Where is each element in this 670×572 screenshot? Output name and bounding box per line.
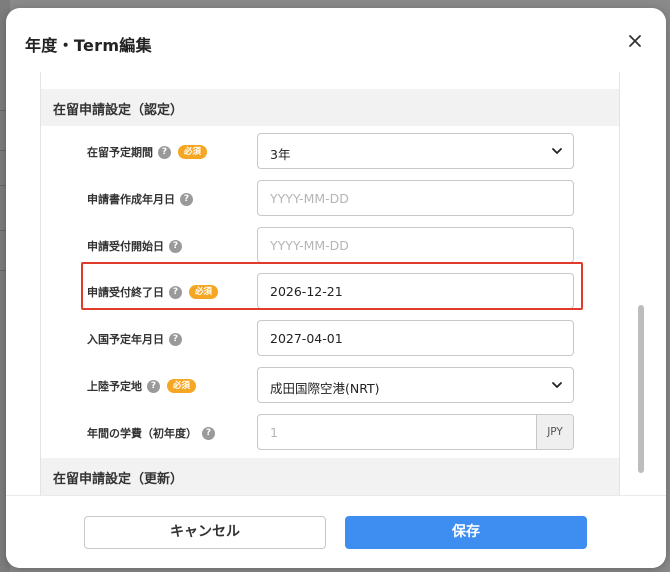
row-acceptance-start: 申請受付開始日 ? YYYY-MM-DD	[41, 227, 619, 263]
landing-place-label-group: 上陸予定地 ? 必須	[87, 378, 197, 394]
section-header-koshin: 在留申請設定（更新）	[41, 458, 619, 495]
close-button[interactable]	[626, 32, 644, 50]
modal-title: 年度・Term編集	[25, 36, 152, 55]
input-placeholder: YYYY-MM-DD	[270, 238, 349, 253]
modal-header: 年度・Term編集	[6, 8, 666, 72]
annual-tuition-input[interactable]: 1 JPY	[257, 414, 574, 450]
input-placeholder: 1	[270, 425, 278, 440]
landing-place-select[interactable]: 成田国際空港(NRT)	[257, 367, 574, 403]
required-badge: 必須	[167, 379, 197, 393]
help-icon[interactable]: ?	[169, 239, 182, 253]
input-placeholder: YYYY-MM-DD	[270, 191, 349, 206]
acceptance-start-label-group: 申請受付開始日 ?	[87, 238, 182, 254]
help-icon[interactable]: ?	[202, 426, 215, 440]
field-label: 在留予定期間	[87, 146, 153, 159]
scrollbar-thumb[interactable]	[638, 305, 644, 473]
section-title: 在留申請設定（更新）	[53, 472, 184, 487]
acceptance-start-input[interactable]: YYYY-MM-DD	[257, 227, 574, 263]
input-value: 2026-12-21	[270, 284, 343, 299]
help-icon[interactable]: ?	[180, 192, 193, 206]
field-label: 入国予定年月日	[87, 333, 164, 346]
stay-period-select[interactable]: 3年	[257, 133, 574, 169]
select-value: 成田国際空港(NRT)	[270, 381, 380, 396]
row-acceptance-end: 申請受付終了日 ? 必須 2026-12-21	[41, 273, 619, 309]
field-label: 申請受付開始日	[87, 240, 164, 253]
close-icon	[629, 35, 641, 47]
row-entry-date: 入国予定年月日 ? 2027-04-01	[41, 320, 619, 356]
chevron-down-icon	[552, 148, 562, 154]
modal-footer: キャンセル 保存	[6, 495, 666, 568]
field-label: 上陸予定地	[87, 380, 142, 393]
required-badge: 必須	[189, 285, 219, 299]
help-icon[interactable]: ?	[169, 332, 182, 346]
acceptance-end-input[interactable]: 2026-12-21	[257, 273, 574, 309]
stay-period-label-group: 在留予定期間 ? 必須	[87, 144, 208, 160]
help-icon[interactable]: ?	[147, 379, 160, 393]
input-value: 2027-04-01	[270, 331, 343, 346]
required-badge: 必須	[178, 145, 208, 159]
row-application-created: 申請書作成年月日 ? YYYY-MM-DD	[41, 180, 619, 216]
entry-date-label-group: 入国予定年月日 ?	[87, 331, 182, 347]
row-stay-period: 在留予定期間 ? 必須 3年	[41, 133, 619, 169]
currency-addon: JPY	[536, 415, 573, 449]
field-label: 申請受付終了日	[87, 286, 164, 299]
help-icon[interactable]: ?	[169, 285, 182, 299]
help-icon[interactable]: ?	[158, 145, 171, 159]
annual-tuition-label-group: 年間の学費（初年度） ?	[87, 425, 215, 441]
application-created-label-group: 申請書作成年月日 ?	[87, 191, 193, 207]
save-button[interactable]: 保存	[345, 516, 587, 549]
section-header-nintei: 在留申請設定（認定）	[41, 89, 619, 126]
row-landing-place: 上陸予定地 ? 必須 成田国際空港(NRT)	[41, 367, 619, 403]
edit-term-modal: 年度・Term編集 在留申請設定（認定） 在留予定期間 ? 必須 3年 申請書作…	[6, 8, 666, 568]
select-value: 3年	[270, 147, 291, 162]
cancel-button[interactable]: キャンセル	[84, 516, 326, 549]
row-annual-tuition: 年間の学費（初年度） ? 1 JPY	[41, 414, 619, 450]
entry-date-input[interactable]: 2027-04-01	[257, 320, 574, 356]
modal-scroll-area[interactable]: 在留申請設定（認定） 在留予定期間 ? 必須 3年 申請書作成年月日 ? YYY…	[40, 72, 620, 500]
field-label: 申請書作成年月日	[87, 193, 175, 206]
acceptance-end-label-group: 申請受付終了日 ? 必須	[87, 284, 219, 300]
application-created-input[interactable]: YYYY-MM-DD	[257, 180, 574, 216]
section-title: 在留申請設定（認定）	[53, 103, 184, 118]
field-label: 年間の学費（初年度）	[87, 427, 197, 440]
chevron-down-icon	[552, 382, 562, 388]
